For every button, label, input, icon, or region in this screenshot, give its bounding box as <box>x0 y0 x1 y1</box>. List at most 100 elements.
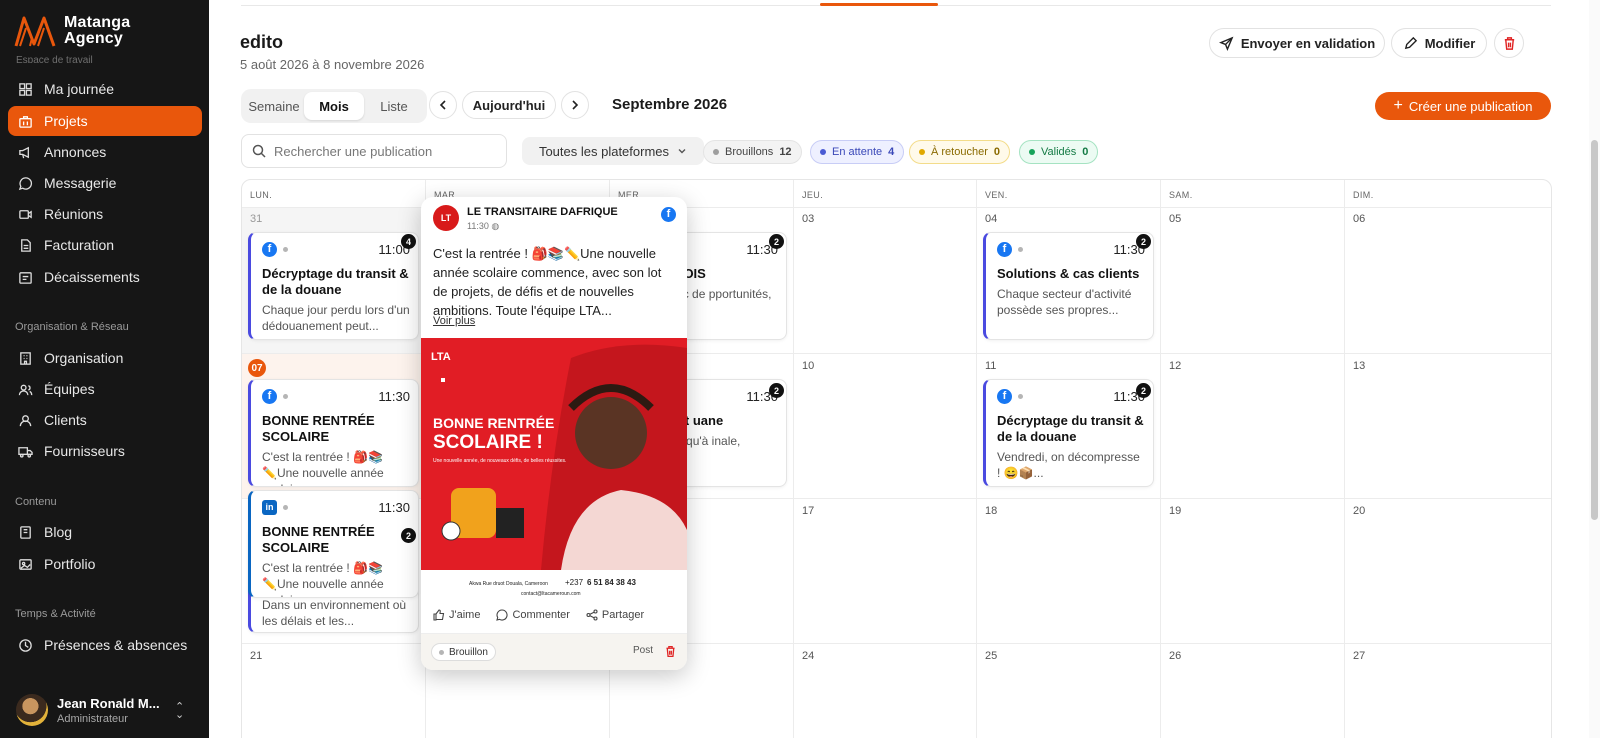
post-preview-popover: LT LE TRANSITAIRE DAFRIQUE 11:30 ◍ f C'e… <box>421 197 687 670</box>
svg-text:+237: +237 <box>565 578 584 587</box>
brand-logo[interactable]: Matanga Agency <box>14 14 130 48</box>
image-icon <box>19 558 32 570</box>
publication-card[interactable]: f 11:30 BONNE RENTRÉE SCOLAIRE C'est la r… <box>248 379 419 487</box>
publication-card[interactable]: f 11:30 Solutions & cas clients Chaque se… <box>983 232 1154 340</box>
chevron-updown-icon[interactable]: ⌃ ⌄ <box>175 702 184 721</box>
status-chip-validated[interactable]: Validés 0 <box>1019 140 1099 164</box>
sidebar-item-blog[interactable]: Blog <box>8 517 202 547</box>
weekday-header: JEU. <box>802 190 824 200</box>
status-chip-pending[interactable]: En attente 4 <box>810 140 905 164</box>
post-footer: Brouillon Post <box>421 633 687 670</box>
today-button[interactable]: Aujourd'hui <box>462 91 556 119</box>
facebook-icon: f <box>997 241 1012 257</box>
post-image: LTA BONNE RENTRÉE SCOLAIRE ! Une nouvell… <box>421 338 687 598</box>
sidebar-item-annonces[interactable]: Annonces <box>8 137 202 167</box>
day-number: 13 <box>1353 360 1366 372</box>
next-month-button[interactable] <box>561 91 589 119</box>
book-icon <box>20 525 31 539</box>
modify-button[interactable]: Modifier <box>1391 28 1487 58</box>
post-time: 11:30 ◍ <box>467 221 500 231</box>
sidebar-item-organisation[interactable]: Organisation <box>8 343 202 373</box>
post-text: C'est la rentrée ! 🎒📚✏️Une nouvelle anné… <box>433 246 662 318</box>
publication-card[interactable]: f 11:00 Décryptage du transit & de la dou… <box>248 232 419 340</box>
sidebar-item-facturation[interactable]: Facturation <box>8 230 202 260</box>
video-icon <box>19 209 32 219</box>
weekday-header: DIM. <box>1353 190 1374 200</box>
app: Matanga Agency Espace de travail Ma journ… <box>0 0 1600 738</box>
trash-icon[interactable] <box>664 645 677 658</box>
sidebar-item-fournisseurs[interactable]: Fournisseurs <box>8 436 202 466</box>
view-week-tab[interactable]: Semaine <box>244 92 304 120</box>
day-number: 12 <box>1169 360 1182 372</box>
day-number: 26 <box>1169 650 1182 662</box>
sidebar-item-presences[interactable]: Présences & absences <box>8 630 202 660</box>
publication-card[interactable]: in 11:30 BONNE RENTRÉE SCOLAIRE C'est la … <box>248 490 419 598</box>
active-tab-indicator <box>820 3 938 6</box>
comment-button[interactable]: Commenter <box>496 609 570 621</box>
post-count-badge: 2 <box>401 528 416 543</box>
prev-month-button[interactable] <box>429 91 457 119</box>
status-chip-drafts[interactable]: Brouillons 12 <box>703 140 802 164</box>
scrollbar-thumb[interactable] <box>1591 140 1598 520</box>
wallet-icon <box>19 271 32 284</box>
sidebar-item-portfolio[interactable]: Portfolio <box>8 549 202 579</box>
sidebar-item-projets[interactable]: Projets <box>8 106 202 136</box>
main-content: edito 5 août 2026 à 8 novembre 2026 Envo… <box>209 0 1600 738</box>
day-number: 03 <box>802 213 815 225</box>
comment-icon <box>496 609 509 621</box>
day-number: 27 <box>1353 650 1366 662</box>
search-icon <box>252 144 266 158</box>
sidebar-item-decaissements[interactable]: Décaissements <box>8 262 202 292</box>
sidebar-item-ma-journee[interactable]: Ma journée <box>8 74 202 104</box>
status-dot <box>820 149 826 155</box>
sidebar-item-equipes[interactable]: Équipes <box>8 374 202 404</box>
like-button[interactable]: J'aime <box>433 609 480 621</box>
send-validation-button[interactable]: Envoyer en validation <box>1209 28 1385 58</box>
sidebar-item-reunions[interactable]: Réunions <box>8 199 202 229</box>
chat-icon <box>18 176 33 190</box>
day-number: 11 <box>985 360 997 372</box>
status-dot <box>283 246 288 252</box>
section-temps: Temps & Activité <box>15 608 96 620</box>
invoice-icon <box>21 238 31 252</box>
view-list-tab[interactable]: Liste <box>364 92 424 120</box>
briefcase-icon <box>19 115 32 128</box>
today-badge: 07 <box>248 359 266 377</box>
pencil-icon <box>1404 36 1417 49</box>
day-number: 25 <box>985 650 998 662</box>
chevron-left-icon <box>439 100 446 110</box>
chevron-down-icon <box>678 149 686 154</box>
search-input[interactable]: Rechercher une publication <box>241 134 507 168</box>
logo-mark-icon <box>14 16 56 47</box>
trash-icon <box>1504 36 1514 50</box>
weekday-header: VEN. <box>985 190 1008 200</box>
building-icon <box>20 351 31 365</box>
sidebar-item-messagerie[interactable]: Messagerie <box>8 168 202 198</box>
svg-text:contact@ltacameroun.com: contact@ltacameroun.com <box>521 591 581 597</box>
grid-icon <box>19 82 32 96</box>
user-profile[interactable]: Jean Ronald M... Administrateur <box>16 694 160 726</box>
facebook-icon: f <box>997 388 1012 404</box>
day-number: 17 <box>802 505 815 517</box>
view-month-tab[interactable]: Mois <box>304 92 364 120</box>
platform-filter[interactable]: Toutes les plateformes <box>522 137 704 165</box>
publication-card[interactable]: f 11:30 Décryptage du transit & de la dou… <box>983 379 1154 487</box>
see-more-link[interactable]: Voir plus <box>433 315 475 327</box>
create-publication-button[interactable]: + Créer une publication <box>1375 92 1551 120</box>
status-chip-retouch[interactable]: À retoucher 0 <box>909 140 1010 164</box>
post-type-label: Post <box>633 645 654 656</box>
day-number: 31 <box>250 213 263 225</box>
globe-icon: ◍ <box>491 221 500 231</box>
share-button[interactable]: Partager <box>586 609 644 621</box>
sidebar-item-clients[interactable]: Clients <box>8 405 202 435</box>
post-count-badge: 4 <box>401 234 416 249</box>
status-dot <box>1029 149 1035 155</box>
facebook-icon: f <box>661 207 676 222</box>
weekday-header: SAM. <box>1169 190 1193 200</box>
svg-text:SCOLAIRE !: SCOLAIRE ! <box>433 432 543 453</box>
clock-icon <box>19 638 32 652</box>
facebook-icon: f <box>262 241 277 257</box>
send-icon <box>1218 36 1234 51</box>
day-number: 19 <box>1169 505 1182 517</box>
delete-project-button[interactable] <box>1494 28 1524 58</box>
